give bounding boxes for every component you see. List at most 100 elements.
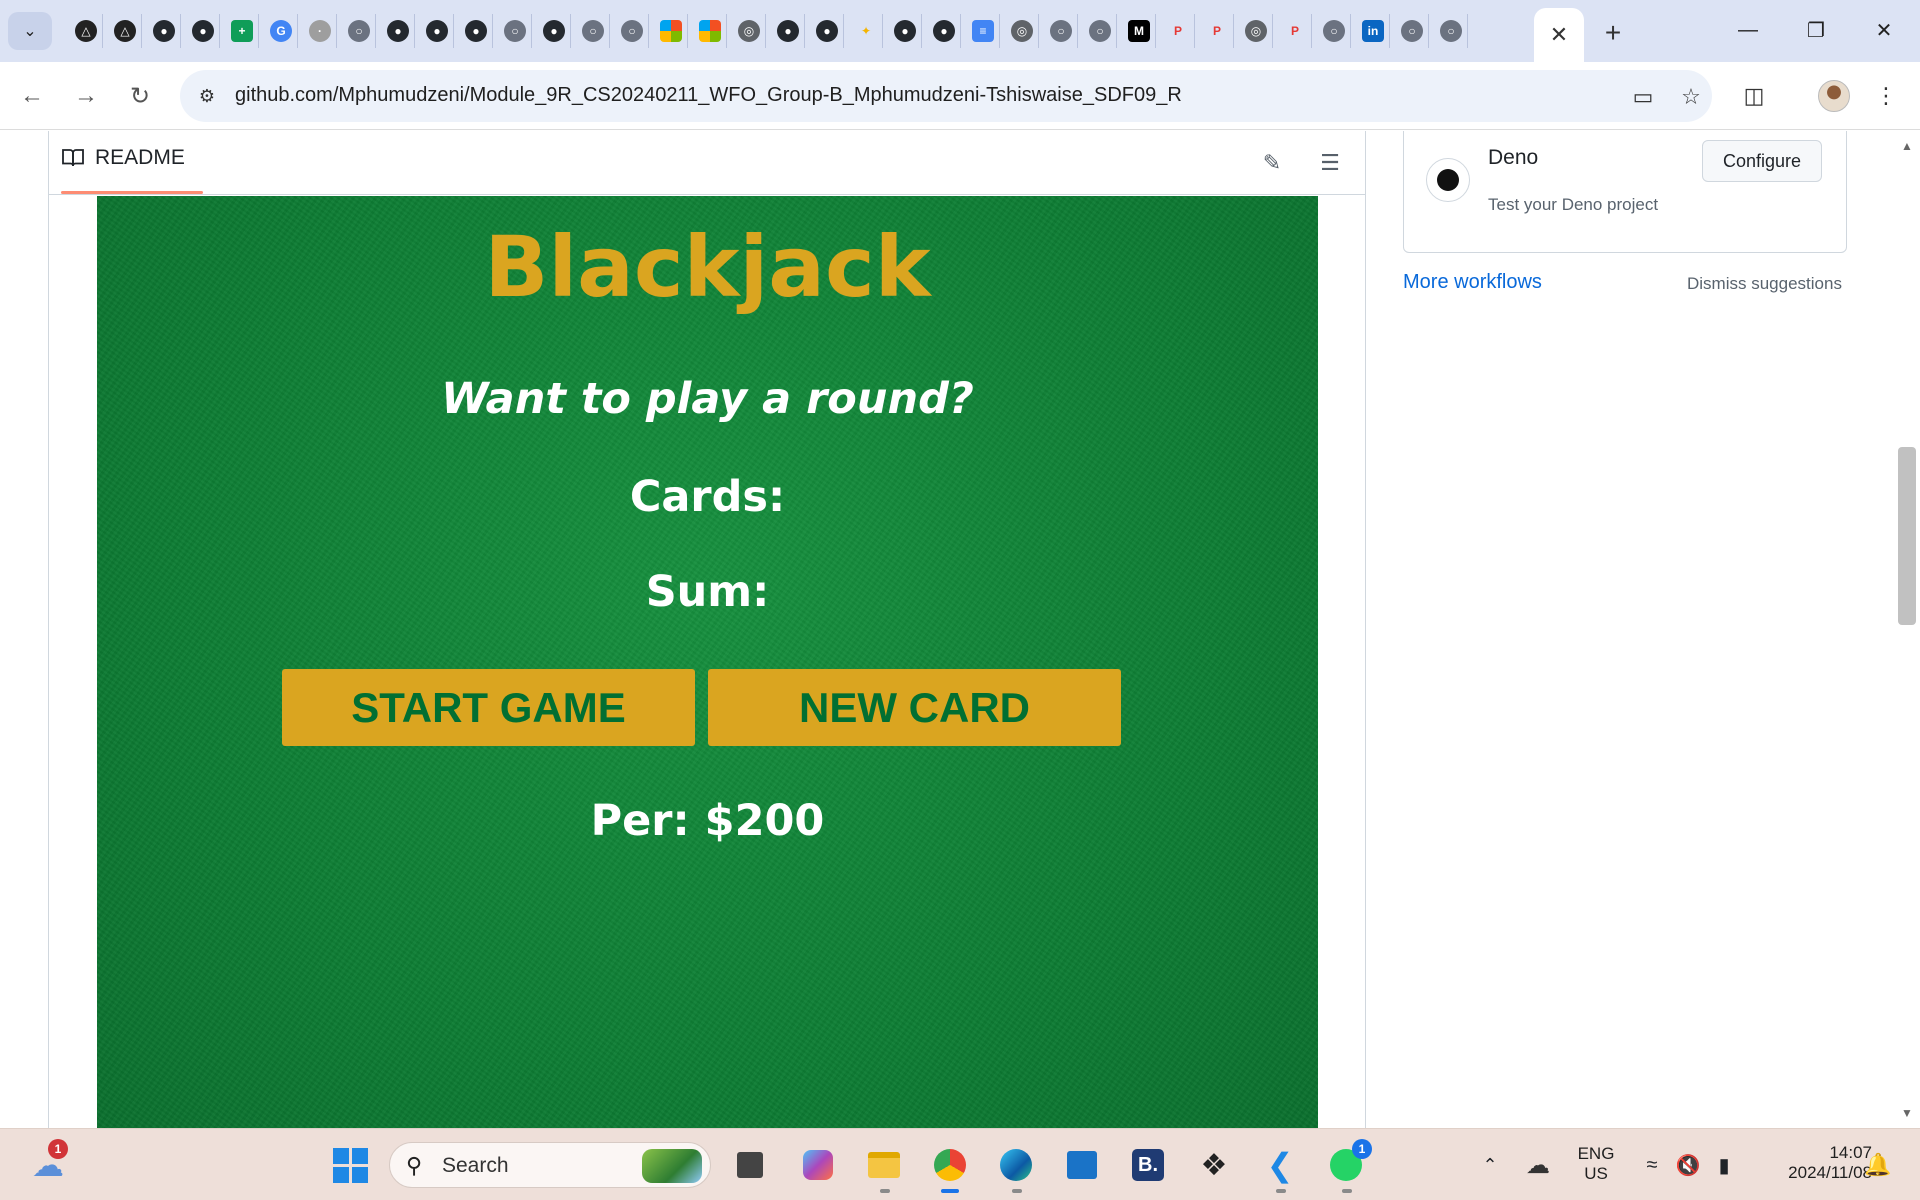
browser-tab[interactable]: ○: [1318, 14, 1351, 48]
notification-bell-icon[interactable]: 🔔: [1856, 1143, 1900, 1187]
scroll-down-arrow-icon[interactable]: ▼: [1901, 1106, 1913, 1120]
restore-button[interactable]: ❐: [1786, 10, 1846, 50]
browser-tab[interactable]: P: [1201, 14, 1234, 48]
browser-tab[interactable]: ·: [304, 14, 337, 48]
browser-tab[interactable]: +: [226, 14, 259, 48]
microsoft-store-icon[interactable]: [1060, 1143, 1104, 1187]
outline-list-icon[interactable]: ☰: [1313, 146, 1347, 180]
minimize-button[interactable]: —: [1718, 10, 1778, 50]
more-workflows-link[interactable]: More workflows: [1403, 271, 1542, 294]
readme-tab[interactable]: README: [61, 146, 185, 170]
profile-avatar[interactable]: [1818, 80, 1850, 112]
kebab-menu-icon[interactable]: ⋮: [1870, 80, 1902, 112]
onedrive-cloud-icon[interactable]: ☁: [1516, 1143, 1560, 1187]
browser-tab[interactable]: P: [1279, 14, 1312, 48]
browser-tab[interactable]: ≡: [967, 14, 1000, 48]
browser-tab[interactable]: ✦: [850, 14, 883, 48]
browser-tab[interactable]: ◎: [1240, 14, 1273, 48]
language-line1: ENG: [1577, 1144, 1615, 1163]
tray-overflow-chevron-icon[interactable]: ⌃: [1468, 1143, 1512, 1187]
deno-logo-icon: [1426, 158, 1470, 202]
site-info-icon[interactable]: ⚙: [194, 83, 220, 109]
chrome-icon[interactable]: [928, 1143, 972, 1187]
chevron-down-icon: ⌄: [23, 23, 37, 40]
browser-tab[interactable]: ○: [616, 14, 649, 48]
url-text[interactable]: github.com/Mphumudzeni/Module_9R_CS20240…: [235, 84, 1182, 107]
page-scrollbar[interactable]: ▲ ▼: [1894, 131, 1920, 1128]
browser-tab[interactable]: ○: [343, 14, 376, 48]
book-icon: [62, 149, 84, 167]
address-bar[interactable]: ⚙ github.com/Mphumudzeni/Module_9R_CS202…: [180, 70, 1712, 122]
browser-tab[interactable]: ●: [460, 14, 493, 48]
browser-tab[interactable]: ●: [889, 14, 922, 48]
search-placeholder: Search: [442, 1154, 509, 1177]
browser-tab[interactable]: ○: [1084, 14, 1117, 48]
configure-button[interactable]: Configure: [1702, 140, 1822, 182]
file-explorer-icon[interactable]: [862, 1143, 906, 1187]
browser-tab[interactable]: ●: [148, 14, 181, 48]
browser-tab[interactable]: [694, 14, 727, 48]
browser-tab[interactable]: ○: [1396, 14, 1429, 48]
whatsapp-running-indicator: [1342, 1189, 1352, 1193]
edit-pencil-icon[interactable]: ✎: [1255, 146, 1289, 180]
scroll-up-arrow-icon[interactable]: ▲: [1901, 139, 1913, 153]
close-window-button[interactable]: ✕: [1854, 10, 1914, 50]
forward-icon[interactable]: →: [68, 78, 104, 114]
dismiss-suggestions-link[interactable]: Dismiss suggestions: [1687, 274, 1842, 294]
browser-tab[interactable]: in: [1357, 14, 1390, 48]
browser-tab[interactable]: ○: [499, 14, 532, 48]
new-card-button[interactable]: NEW CARD: [708, 669, 1121, 746]
back-icon[interactable]: ←: [14, 78, 50, 114]
browser-tab[interactable]: ○: [1435, 14, 1468, 48]
browser-tab[interactable]: ◎: [733, 14, 766, 48]
weather-cloud-icon[interactable]: ☁ 1: [26, 1139, 70, 1187]
G-favicon-icon: G: [270, 20, 292, 42]
edge-icon[interactable]: [994, 1143, 1038, 1187]
globe-favicon-icon: ○: [1323, 20, 1345, 42]
start-windows-icon[interactable]: [328, 1143, 372, 1187]
browser-tab[interactable]: M: [1123, 14, 1156, 48]
whatsapp-icon[interactable]: 1: [1324, 1139, 1372, 1187]
reload-icon[interactable]: ↻: [122, 78, 158, 114]
task-view-icon[interactable]: [728, 1143, 772, 1187]
browser-tab[interactable]: △: [70, 14, 103, 48]
new-tab-button[interactable]: +: [1596, 16, 1630, 50]
vscode-icon[interactable]: ❮: [1258, 1143, 1302, 1187]
browser-tab[interactable]: P: [1162, 14, 1195, 48]
chrome-favicon-icon: ◎: [1011, 20, 1033, 42]
language-indicator[interactable]: ENG US: [1570, 1144, 1622, 1184]
browser-tab[interactable]: ●: [187, 14, 220, 48]
browser-tab[interactable]: ○: [1045, 14, 1078, 48]
bookmark-star-icon[interactable]: ☆: [1676, 82, 1706, 112]
extensions-icon[interactable]: ◫: [1738, 80, 1770, 112]
language-line2: US: [1584, 1164, 1608, 1183]
browser-tab[interactable]: ●: [538, 14, 571, 48]
browser-tab[interactable]: ●: [382, 14, 415, 48]
tab-list: △ △ ● ● + G · ○ ● ● ● ○ ● ○ ○ ◎ ● ● ✦ ● ● ≡ ◎ ○ ○ M P P ◎ P ○ in ○ ○: [70, 14, 1468, 48]
tab-search-button[interactable]: ⌄: [8, 12, 52, 50]
scrollbar-thumb[interactable]: [1898, 447, 1916, 625]
github-favicon-icon: ●: [192, 20, 214, 42]
clock[interactable]: 14:07 2024/11/08: [1752, 1143, 1872, 1183]
browser-tab[interactable]: G: [265, 14, 298, 48]
search-highlight-image: [642, 1149, 702, 1183]
browser-tab[interactable]: △: [109, 14, 142, 48]
browser-tab[interactable]: ○: [577, 14, 610, 48]
copilot-icon[interactable]: [796, 1143, 840, 1187]
battery-icon[interactable]: ▮: [1702, 1143, 1746, 1187]
close-tab-icon[interactable]: ✕: [1550, 22, 1568, 48]
dropbox-icon[interactable]: ❖: [1192, 1143, 1236, 1187]
browser-tab[interactable]: ●: [421, 14, 454, 48]
browser-tab[interactable]: ●: [772, 14, 805, 48]
browser-tab[interactable]: [655, 14, 688, 48]
browser-tab[interactable]: ●: [928, 14, 961, 48]
browser-tab[interactable]: ●: [811, 14, 844, 48]
taskbar-search[interactable]: ⚲ Search: [389, 1142, 711, 1188]
edge-running-indicator: [1012, 1189, 1022, 1193]
install-app-icon[interactable]: ▭: [1628, 82, 1658, 112]
start-game-button[interactable]: START GAME: [282, 669, 695, 746]
browser-tab[interactable]: ◎: [1006, 14, 1039, 48]
active-tab[interactable]: ✕: [1534, 8, 1584, 62]
booking-icon[interactable]: B.: [1126, 1143, 1170, 1187]
github-favicon-icon: ●: [465, 20, 487, 42]
